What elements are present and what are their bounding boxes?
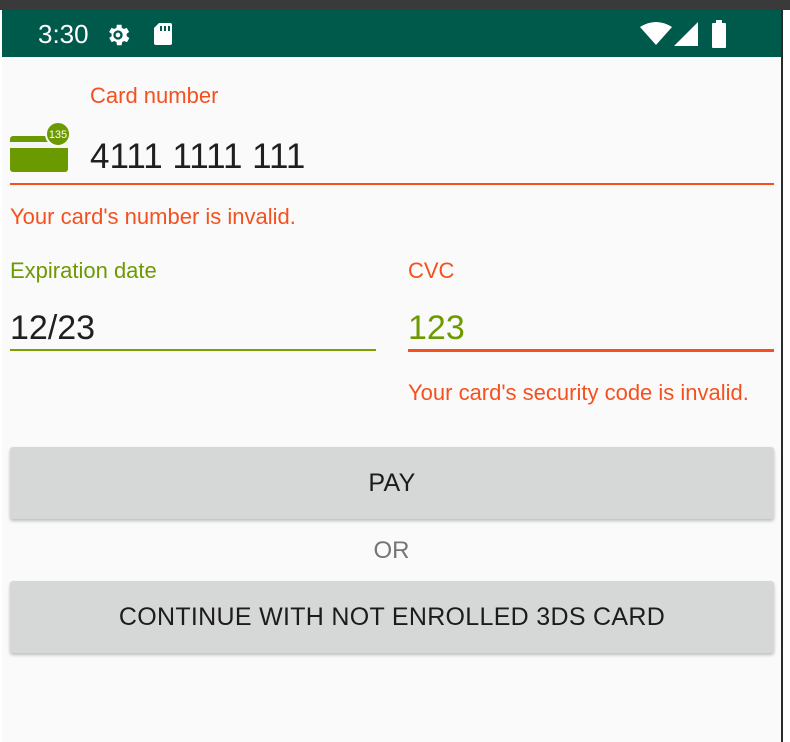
credit-card-icon: 135 (10, 122, 71, 172)
card-number-label: Card number (90, 83, 219, 108)
cvc-error: Your card's security code is invalid. (408, 380, 749, 405)
gear-icon (109, 24, 130, 46)
cvc-label: CVC (408, 258, 455, 283)
window-frame-edge (781, 10, 783, 742)
expiration-date-input[interactable] (10, 306, 370, 350)
phone-screen: 3:30 Card number 135 Your card's number (2, 10, 781, 742)
status-time: 3:30 (38, 19, 89, 49)
or-separator: OR (373, 537, 410, 564)
card-number-input[interactable] (90, 134, 770, 180)
cvc-underline (408, 349, 774, 352)
sd-card-icon (154, 23, 172, 45)
cvc-input[interactable] (408, 306, 768, 350)
wifi-icon (640, 22, 672, 45)
card-number-error: Your card's number is invalid. (10, 204, 296, 229)
continue-not-enrolled-3ds-button[interactable]: CONTINUE WITH NOT ENROLLED 3DS CARD (10, 581, 774, 653)
expiration-date-underline (10, 349, 376, 351)
signal-icon (674, 22, 698, 46)
card-badge-text: 135 (49, 129, 67, 141)
battery-icon (712, 20, 726, 48)
card-number-underline (10, 183, 774, 185)
status-bar: 3:30 (2, 10, 781, 57)
window-frame-top (0, 0, 790, 10)
pay-button[interactable]: PAY (10, 447, 774, 519)
expiration-date-label: Expiration date (10, 258, 157, 283)
